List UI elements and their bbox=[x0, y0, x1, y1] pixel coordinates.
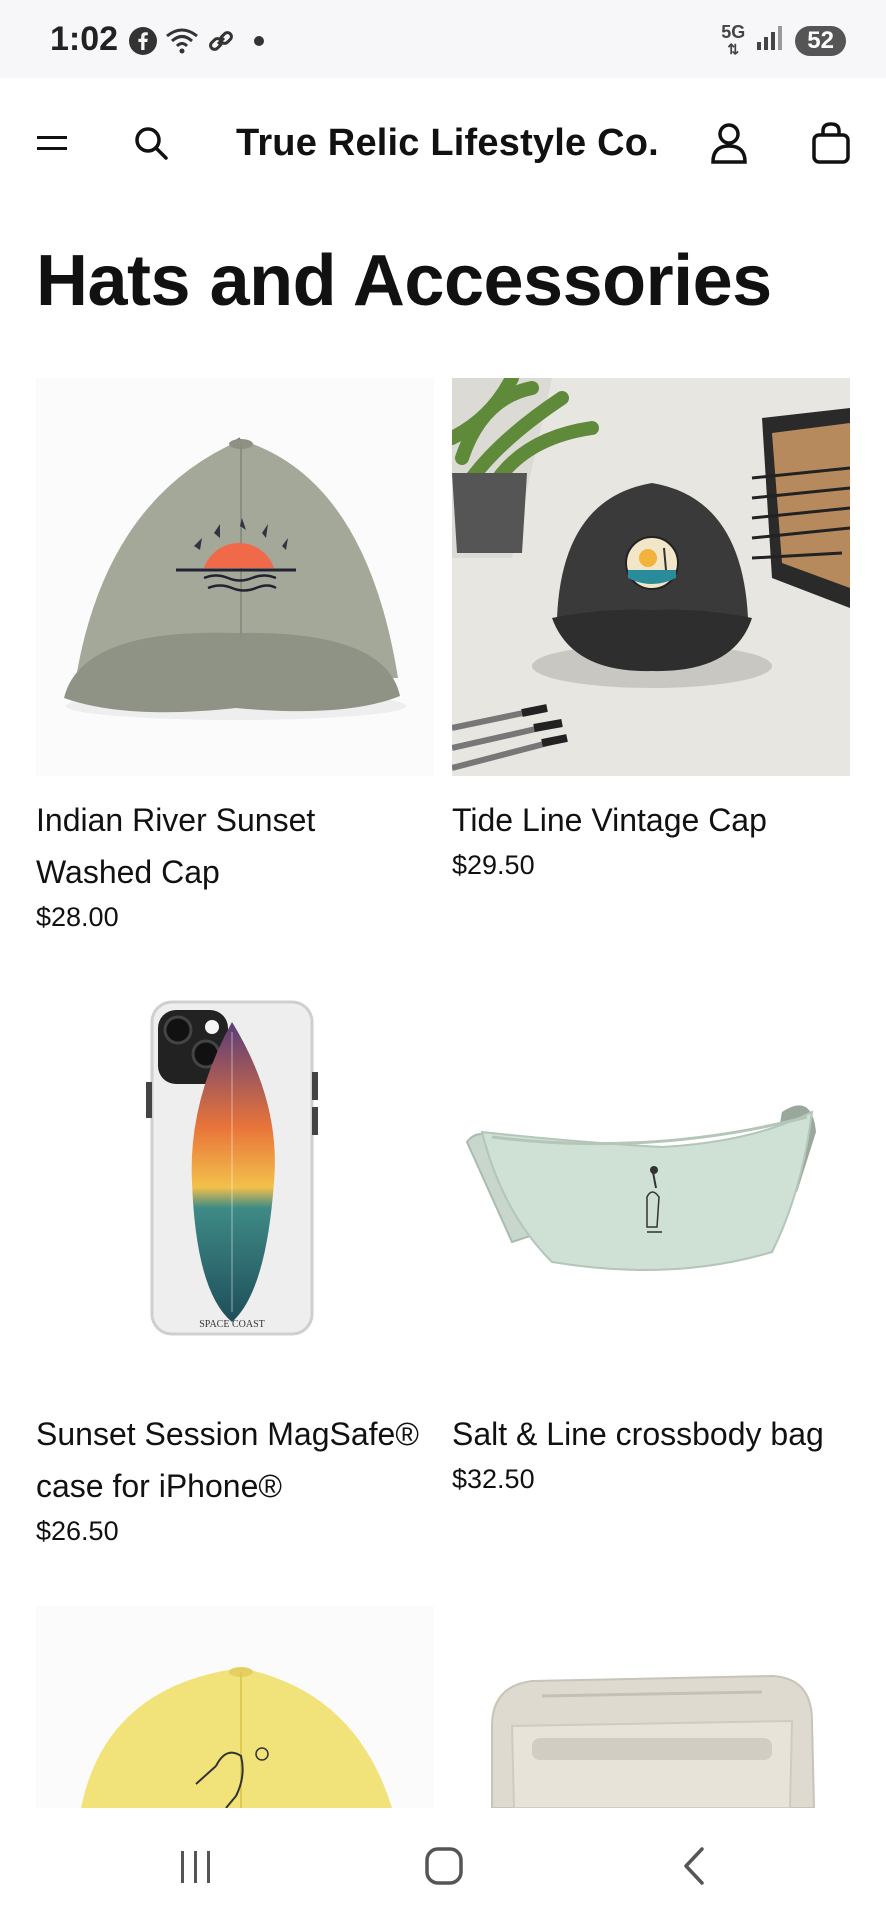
product-card[interactable] bbox=[452, 1606, 850, 1808]
link-icon bbox=[206, 24, 236, 58]
system-nav-bar bbox=[0, 1808, 886, 1920]
product-name[interactable]: Tide Line Vintage Cap bbox=[452, 794, 850, 846]
mint-crossbody-bag-image[interactable] bbox=[452, 992, 850, 1390]
account-icon[interactable] bbox=[706, 120, 752, 166]
network-type: 5G ⇅ bbox=[721, 22, 746, 57]
product-card[interactable]: SPACE COAST Sunset Session MagSafe® case… bbox=[36, 992, 434, 1547]
product-price: $28.00 bbox=[36, 902, 119, 932]
beige-bag-image[interactable] bbox=[452, 1606, 850, 1808]
search-icon[interactable] bbox=[128, 120, 174, 166]
product-price: $29.50 bbox=[452, 850, 535, 880]
product-card[interactable]: Salt & Line crossbody bag $32.50 bbox=[452, 992, 850, 1495]
case-text: SPACE COAST bbox=[199, 1319, 265, 1330]
signal-icon bbox=[755, 24, 785, 57]
product-card[interactable]: Indian River Sunset Washed Cap $28.00 bbox=[36, 378, 434, 933]
product-name[interactable]: Salt & Line crossbody bag bbox=[452, 1408, 850, 1460]
green-washed-cap-sunset-image[interactable] bbox=[36, 378, 434, 776]
site-header: True Relic Lifestyle Co. bbox=[0, 78, 886, 208]
black-vintage-cap-image[interactable] bbox=[452, 378, 850, 776]
yellow-pelican-cap-image[interactable] bbox=[36, 1606, 434, 1808]
facebook-icon bbox=[128, 24, 158, 58]
product-name[interactable]: Sunset Session MagSafe® case for iPhone® bbox=[36, 1408, 434, 1512]
battery-indicator: 52 bbox=[795, 25, 846, 56]
status-bar: 1:02 5G ⇅ 52 bbox=[0, 0, 886, 78]
product-card[interactable]: Tide Line Vintage Cap $29.50 bbox=[452, 378, 850, 881]
recent-apps-icon[interactable] bbox=[166, 1836, 226, 1896]
surfboard-phone-case-image[interactable]: SPACE COAST bbox=[36, 992, 434, 1390]
page-title: Hats and Accessories bbox=[36, 241, 772, 321]
status-time: 1:02 bbox=[50, 20, 119, 58]
back-icon[interactable] bbox=[664, 1836, 724, 1896]
product-name[interactable]: Indian River Sunset Washed Cap bbox=[36, 794, 434, 898]
home-icon[interactable] bbox=[414, 1836, 474, 1896]
brand-logo[interactable]: True Relic Lifestyle Co. bbox=[236, 122, 659, 165]
cart-icon[interactable] bbox=[808, 120, 854, 166]
menu-icon[interactable] bbox=[30, 120, 76, 166]
product-price: $26.50 bbox=[36, 1516, 119, 1546]
product-card[interactable] bbox=[36, 1606, 434, 1808]
wifi-icon bbox=[164, 24, 200, 58]
notification-dot-icon bbox=[253, 24, 265, 58]
product-price: $32.50 bbox=[452, 1464, 535, 1494]
